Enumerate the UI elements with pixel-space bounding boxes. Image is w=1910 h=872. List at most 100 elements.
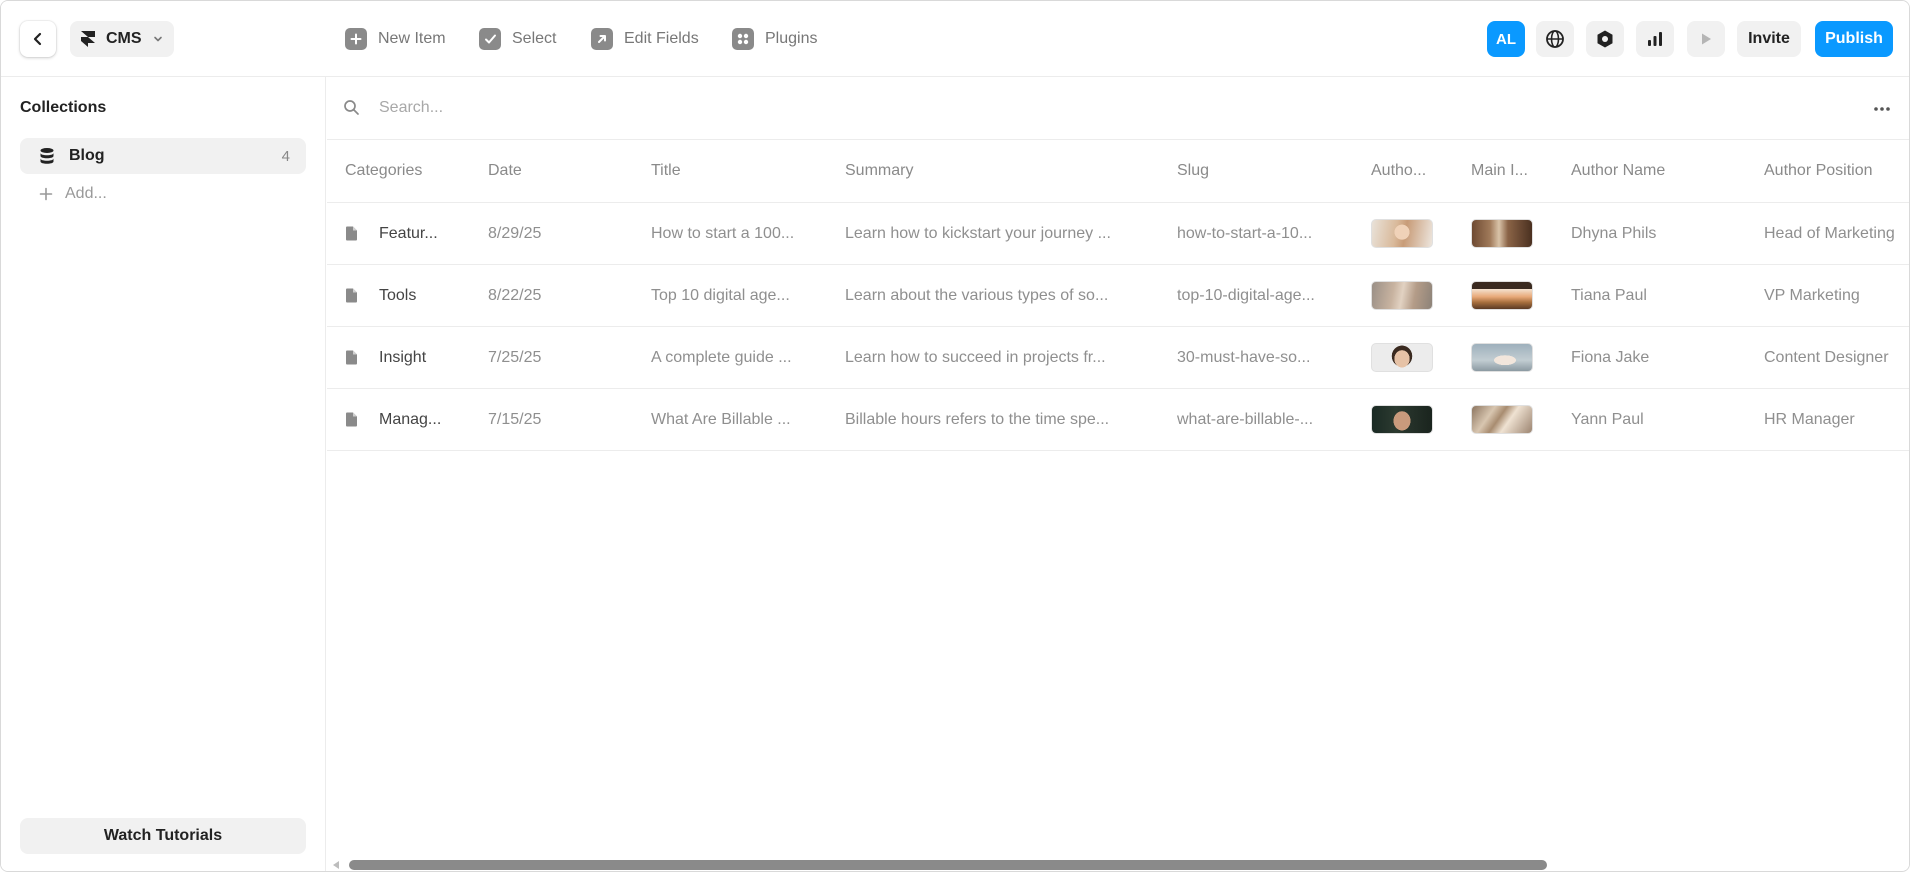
scrollbar-thumb[interactable] xyxy=(349,860,1547,870)
document-icon xyxy=(345,350,358,365)
new-item-button[interactable]: New Item xyxy=(345,26,446,52)
plugins-button[interactable]: Plugins xyxy=(732,26,817,52)
project-menu-button[interactable]: CMS xyxy=(70,21,174,57)
column-header-categories[interactable]: Categories xyxy=(345,140,475,202)
author-image-cell xyxy=(1371,389,1451,450)
app-window: CMS New Item Select Edit Fields Plugins … xyxy=(0,0,1910,872)
collection-item-blog[interactable]: Blog 4 xyxy=(20,138,306,174)
analytics-button[interactable] xyxy=(1636,21,1674,57)
scroll-left-arrow-icon[interactable] xyxy=(333,861,339,869)
column-header-author-image[interactable]: Autho... xyxy=(1371,140,1451,202)
main-image-cell xyxy=(1471,203,1551,264)
new-item-label: New Item xyxy=(378,30,446,47)
summary-cell: Learn how to kickstart your journey ... xyxy=(845,224,1111,242)
search-bar xyxy=(327,77,1909,140)
database-icon xyxy=(40,148,54,164)
document-icon xyxy=(345,288,358,303)
date-cell: 8/29/25 xyxy=(488,224,542,242)
category-label: Tools xyxy=(379,286,417,304)
title-cell: Top 10 digital age... xyxy=(651,286,790,304)
user-avatar-button[interactable]: AL xyxy=(1487,21,1525,57)
author-name-cell: Dhyna Phils xyxy=(1571,224,1657,242)
hexagon-settings-icon xyxy=(1597,30,1613,48)
slug-cell: top-10-digital-age... xyxy=(1177,286,1315,304)
category-cell: Manag... xyxy=(345,389,475,450)
table-row[interactable]: Manag... 7/15/25 What Are Billable ... B… xyxy=(327,389,1909,451)
plugins-grid-icon xyxy=(732,28,754,50)
chevron-down-icon xyxy=(152,33,164,45)
main-image-cell xyxy=(1471,327,1551,388)
more-options-button[interactable] xyxy=(1871,99,1893,119)
sidebar: Collections Blog 4 Add... Watch Tutorial… xyxy=(1,77,326,871)
author-position-cell: Head of Marketing xyxy=(1764,224,1895,242)
arrow-up-right-square-icon xyxy=(591,28,613,50)
plus-square-icon xyxy=(345,28,367,50)
collection-item-count: 4 xyxy=(281,147,290,165)
globe-icon xyxy=(1546,30,1564,48)
document-icon xyxy=(345,226,358,241)
main-image-thumbnail xyxy=(1471,219,1533,248)
slug-cell: what-are-billable-... xyxy=(1177,410,1314,428)
column-header-author-position[interactable]: Author Position xyxy=(1764,140,1909,202)
main-image-cell xyxy=(1471,389,1551,450)
column-header-summary[interactable]: Summary xyxy=(845,140,1145,202)
back-button[interactable] xyxy=(20,21,56,57)
collections-title: Collections xyxy=(20,99,107,116)
settings-button[interactable] xyxy=(1586,21,1624,57)
table-row[interactable]: Featur... 8/29/25 How to start a 100... … xyxy=(327,203,1909,265)
project-label: CMS xyxy=(106,30,142,47)
author-name-cell: Fiona Jake xyxy=(1571,348,1650,366)
main-content: Categories Date Title Summary Slug Autho… xyxy=(327,77,1909,871)
main-image-thumbnail xyxy=(1471,281,1533,310)
watch-tutorials-button[interactable]: Watch Tutorials xyxy=(20,818,306,854)
invite-button[interactable]: Invite xyxy=(1737,21,1801,57)
items-table: Categories Date Title Summary Slug Autho… xyxy=(327,140,1909,451)
column-header-date[interactable]: Date xyxy=(488,140,618,202)
title-cell: A complete guide ... xyxy=(651,348,792,366)
column-header-main-image[interactable]: Main I... xyxy=(1471,140,1551,202)
main-image-cell xyxy=(1471,265,1551,326)
plugins-label: Plugins xyxy=(765,30,818,47)
author-position-cell: VP Marketing xyxy=(1764,286,1860,304)
table-header-row: Categories Date Title Summary Slug Autho… xyxy=(327,140,1909,203)
category-label: Insight xyxy=(379,348,427,366)
select-button[interactable]: Select xyxy=(479,26,556,52)
summary-cell: Billable hours refers to the time spe... xyxy=(845,410,1110,428)
preview-button[interactable] xyxy=(1687,21,1725,57)
column-header-author-name[interactable]: Author Name xyxy=(1571,140,1751,202)
edit-fields-button[interactable]: Edit Fields xyxy=(591,26,699,52)
date-cell: 7/15/25 xyxy=(488,410,542,428)
document-icon xyxy=(345,412,358,427)
select-label: Select xyxy=(512,30,557,47)
search-input[interactable] xyxy=(379,93,1679,123)
author-image-cell xyxy=(1371,265,1451,326)
column-header-slug[interactable]: Slug xyxy=(1177,140,1357,202)
search-icon xyxy=(343,99,360,121)
ellipsis-icon xyxy=(1874,107,1890,111)
publish-button[interactable]: Publish xyxy=(1815,21,1893,57)
author-name-cell: Tiana Paul xyxy=(1571,286,1647,304)
top-toolbar: CMS New Item Select Edit Fields Plugins … xyxy=(1,1,1909,77)
bar-chart-icon xyxy=(1648,32,1662,46)
slug-cell: 30-must-have-so... xyxy=(1177,348,1311,366)
column-header-title[interactable]: Title xyxy=(651,140,831,202)
author-name-cell: Yann Paul xyxy=(1571,410,1644,428)
title-cell: How to start a 100... xyxy=(651,224,795,242)
table-row[interactable]: Tools 8/22/25 Top 10 digital age... Lear… xyxy=(327,265,1909,327)
play-icon xyxy=(1702,33,1711,45)
check-square-icon xyxy=(479,28,501,50)
language-button[interactable] xyxy=(1536,21,1574,57)
author-image-thumbnail xyxy=(1371,281,1433,310)
author-position-cell: Content Designer xyxy=(1764,348,1889,366)
plus-icon xyxy=(39,187,53,201)
table-row[interactable]: Insight 7/25/25 A complete guide ... Lea… xyxy=(327,327,1909,389)
author-position-cell: HR Manager xyxy=(1764,410,1855,428)
add-collection-button[interactable]: Add... xyxy=(39,182,107,206)
category-cell: Tools xyxy=(345,265,475,326)
horizontal-scrollbar[interactable] xyxy=(327,857,1909,871)
title-cell: What Are Billable ... xyxy=(651,410,791,428)
main-image-thumbnail xyxy=(1471,405,1533,434)
date-cell: 7/25/25 xyxy=(488,348,542,366)
slug-cell: how-to-start-a-10... xyxy=(1177,224,1313,242)
framer-logo-icon xyxy=(81,31,95,47)
